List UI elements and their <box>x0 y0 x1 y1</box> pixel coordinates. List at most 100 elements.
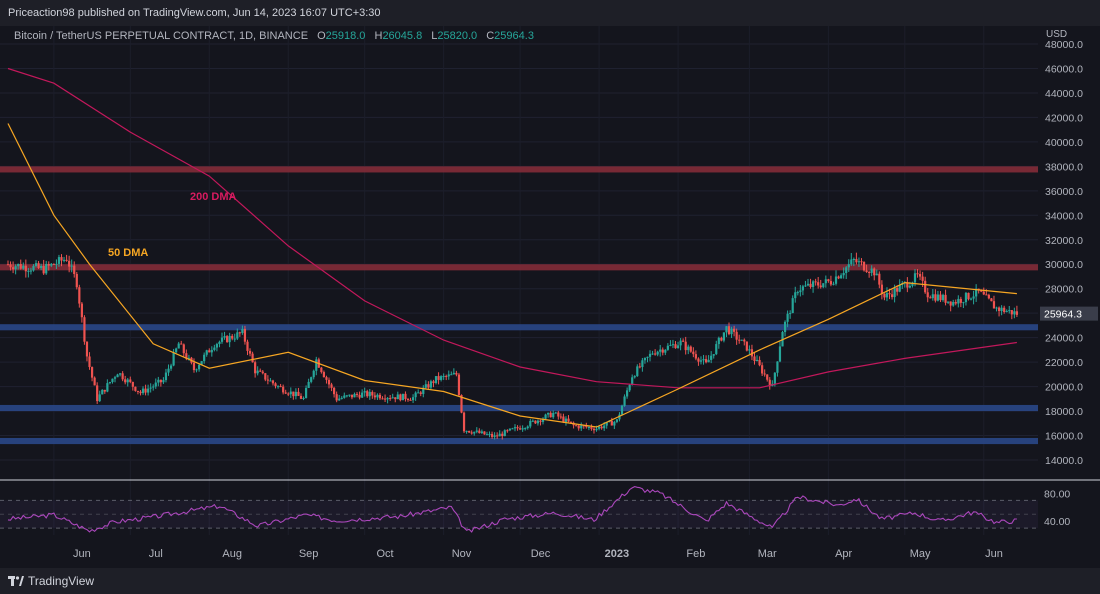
candle-body <box>885 293 889 298</box>
candle-body <box>154 382 157 387</box>
candle-body <box>32 265 35 271</box>
candle-body <box>228 335 231 343</box>
candle-body <box>223 336 226 338</box>
candle-body <box>452 372 455 375</box>
candle-body <box>952 301 955 306</box>
candle-body <box>401 393 404 401</box>
candle-body <box>648 353 652 357</box>
candle-body <box>727 326 731 335</box>
candle-body <box>557 412 560 417</box>
candle-body <box>254 362 257 374</box>
candle-body <box>389 398 392 400</box>
candle-body <box>676 345 680 349</box>
candle-body <box>921 276 924 281</box>
candle-body <box>972 296 975 299</box>
candle-body <box>641 360 644 368</box>
candle-body <box>121 373 124 380</box>
candle-body <box>697 358 700 362</box>
tradingview-logo[interactable]: TradingView <box>8 574 94 588</box>
candle-body <box>93 377 96 386</box>
candle-body <box>251 353 254 363</box>
candle-body <box>246 341 249 351</box>
candle-body <box>638 366 641 368</box>
candle-body <box>264 373 267 380</box>
candle-body <box>172 352 175 366</box>
candle-body <box>656 351 659 355</box>
candle-body <box>284 392 287 394</box>
candle-body <box>19 264 22 269</box>
candle-body <box>90 367 94 378</box>
candle-body <box>717 337 720 345</box>
price-tick-label: 14000.0 <box>1045 455 1083 467</box>
symbol-name[interactable]: Bitcoin / TetherUS PERPETUAL CONTRACT, 1… <box>14 30 308 42</box>
close-value: 25964.3 <box>494 30 534 42</box>
price-tick-label: 34000.0 <box>1045 210 1083 222</box>
candle-body <box>220 337 224 342</box>
candle-body <box>445 375 448 377</box>
candle-body <box>282 386 285 393</box>
candle-body <box>534 420 537 424</box>
x-tick-label: Jul <box>149 548 163 560</box>
candle-body <box>88 356 91 368</box>
candle-body <box>276 386 280 388</box>
candle-body <box>350 394 354 398</box>
candle-body <box>462 412 466 432</box>
candle-body <box>600 426 603 429</box>
author-name[interactable]: Priceaction98 <box>8 7 75 19</box>
candle-body <box>987 294 990 299</box>
candle-body <box>241 328 244 334</box>
candle-body <box>381 398 384 400</box>
candle-body <box>715 344 718 355</box>
x-tick-label: May <box>910 548 931 560</box>
x-tick-label: Nov <box>452 548 472 560</box>
candle-body <box>9 264 12 268</box>
candle-body <box>722 332 726 341</box>
candle-body <box>633 376 636 378</box>
candle-body <box>544 414 547 419</box>
candle-body <box>862 261 866 271</box>
candle-body <box>870 268 873 273</box>
candle-body <box>417 392 420 394</box>
candle-body <box>177 343 180 349</box>
price-chart-svg[interactable]: 200 DMA 50 DMA 14000.0 16000.0 18000.0 20000… <box>0 26 1100 568</box>
candle-body <box>597 426 601 429</box>
support-zone <box>0 324 1038 331</box>
currency-label: USD <box>1046 29 1068 40</box>
candle-body <box>302 397 305 399</box>
candle-body <box>429 381 433 388</box>
candle-body <box>944 294 947 303</box>
candle-body <box>725 326 728 333</box>
candle-body <box>590 426 593 429</box>
candle-body <box>539 420 542 422</box>
candle-body <box>475 430 478 432</box>
candle-body <box>992 301 996 309</box>
candle-body <box>231 335 234 339</box>
candle-body <box>954 301 957 304</box>
candle-body <box>65 259 68 261</box>
candle-body <box>238 332 241 334</box>
candle-body <box>363 391 366 393</box>
candle-body <box>924 280 927 293</box>
x-tick-label: Jun <box>985 548 1003 560</box>
candle-body <box>763 373 766 375</box>
price-tick-label: 38000.0 <box>1045 161 1083 173</box>
chart-area[interactable]: 200 DMA 50 DMA 14000.0 16000.0 18000.0 20000… <box>0 26 1100 568</box>
candle-body <box>791 298 794 314</box>
candle-body <box>404 393 407 400</box>
candle-body <box>883 293 886 298</box>
candle-body <box>274 383 277 387</box>
annotations-layer: 200 DMA 50 DMA <box>108 191 237 259</box>
candle-body <box>957 298 960 304</box>
candle-body <box>908 285 911 288</box>
candle-body <box>967 292 970 300</box>
candle-body <box>692 351 695 355</box>
candle-body <box>358 394 361 398</box>
candle-body <box>399 394 402 401</box>
candle-body <box>197 364 201 370</box>
candle-body <box>108 382 112 384</box>
candle-body <box>427 384 430 388</box>
candle-body <box>411 397 415 401</box>
candle-body <box>152 386 155 388</box>
candle-body <box>215 344 219 348</box>
candle-body <box>674 344 677 349</box>
